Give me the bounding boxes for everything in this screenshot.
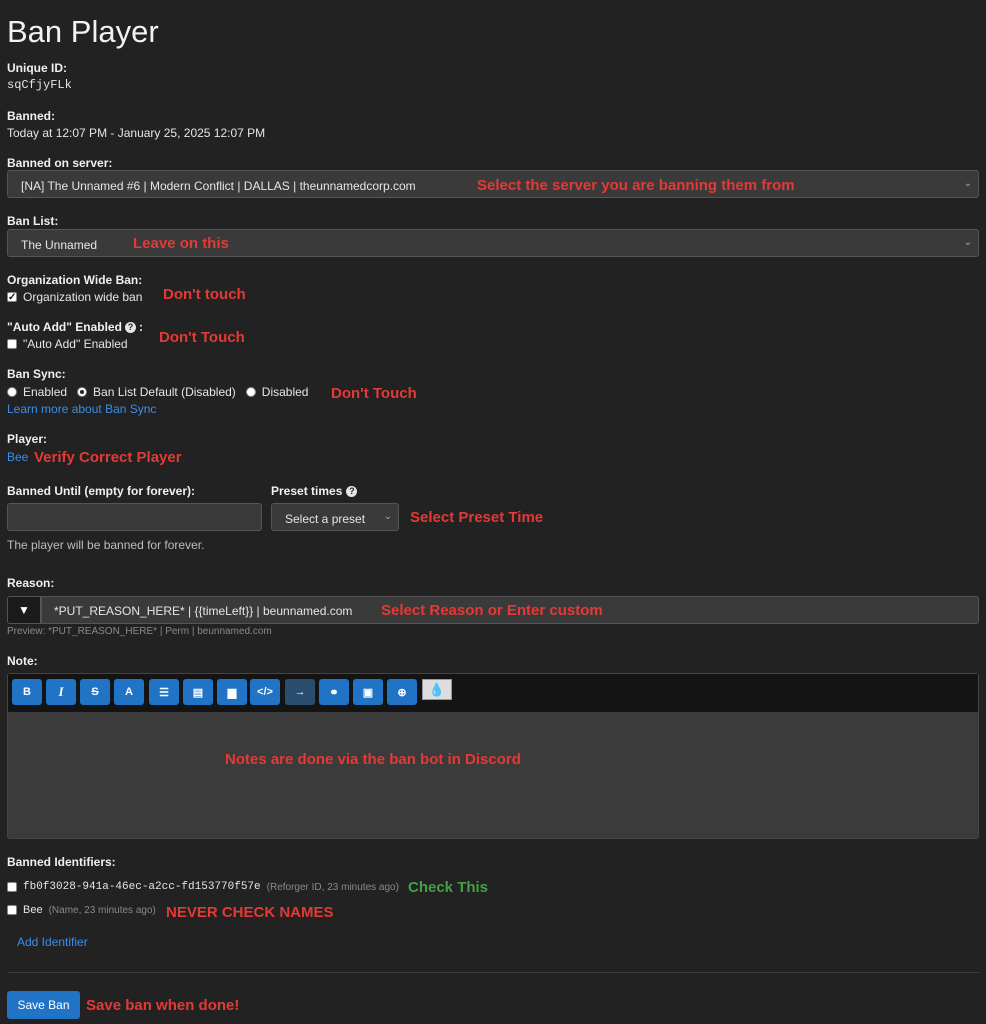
reason-annotation: Select Reason or Enter custom [381, 602, 603, 619]
numbered-list-icon: ▤ [192, 686, 204, 699]
server-annotation: Select the server you are banning them f… [477, 177, 795, 194]
auto-add-checkbox-row[interactable]: "Auto Add" Enabled [7, 337, 128, 351]
banned-until-label: Banned Until (empty for forever): [7, 484, 196, 498]
reason-input-value: *PUT_REASON_HERE* | {{timeLeft}} | beunn… [54, 604, 353, 618]
indent-button[interactable]: → [285, 679, 315, 705]
save-ban-button-label: Save Ban [17, 998, 70, 1012]
identifier-value: fb0f3028-941a-46ec-a2cc-fd153770f57e [23, 881, 261, 893]
italic-button[interactable]: I [46, 679, 76, 705]
auto-add-label-suffix: : [138, 320, 143, 334]
org-ban-label: Organization Wide Ban: [7, 273, 143, 287]
preset-annotation: Select Preset Time [410, 509, 544, 526]
identifier-row[interactable]: fb0f3028-941a-46ec-a2cc-fd153770f57e (Re… [7, 881, 399, 893]
bold-button[interactable]: B [12, 679, 42, 705]
save-ban-button[interactable]: Save Ban [7, 991, 80, 1019]
link-button[interactable]: ⚭ [319, 679, 349, 705]
auto-add-annotation: Don't Touch [159, 329, 245, 346]
identifier-annotation: Check This [408, 879, 489, 896]
unique-id-label: Unique ID: [7, 61, 67, 75]
ban-list-label: Ban List: [7, 214, 59, 228]
player-annotation: Verify Correct Player [34, 449, 182, 466]
ban-sync-radio-disabled[interactable] [245, 387, 256, 397]
embed-button[interactable]: ⊕ [387, 679, 417, 705]
reason-preview: Preview: *PUT_REASON_HERE* | Perm | beun… [7, 626, 272, 637]
ban-sync-option-label: Enabled [23, 385, 68, 399]
ban-sync-radio-enabled[interactable] [7, 387, 17, 397]
chevron-down-icon: ⌄ [383, 511, 392, 522]
code-button[interactable]: </> [250, 679, 280, 705]
identifier-checkbox[interactable] [7, 905, 17, 915]
ban-sync-annotation: Don't Touch [331, 385, 417, 402]
ban-sync-label: Ban Sync: [7, 367, 66, 381]
preset-select-value: Select a preset [285, 512, 366, 526]
identifier-value: Bee [23, 904, 43, 916]
note-label: Note: [7, 654, 38, 668]
banned-label: Banned: [7, 109, 55, 123]
unique-id-value: sqCfjyFLk [7, 78, 72, 92]
ink-drop-icon[interactable]: 💧 [422, 679, 452, 700]
org-ban-annotation: Don't touch [163, 286, 246, 303]
ban-sync-learn-more-link[interactable]: Learn more about Ban Sync [7, 402, 156, 416]
auto-add-label: "Auto Add" Enabled [7, 320, 122, 334]
text-color-icon: A [125, 686, 133, 698]
org-ban-checkbox-label: Organization wide ban [23, 290, 143, 304]
numbered-list-button[interactable]: ▤ [183, 679, 213, 705]
save-annotation: Save ban when done! [86, 997, 240, 1014]
preset-select[interactable]: Select a preset ⌄ [271, 503, 399, 531]
note-textarea[interactable] [8, 712, 978, 838]
identifier-checkbox[interactable] [7, 882, 17, 892]
banned-until-input[interactable] [7, 503, 262, 531]
bold-icon: B [23, 686, 31, 698]
chevron-down-icon: ▼ [18, 603, 30, 617]
player-link[interactable]: Bee [7, 450, 28, 464]
reason-dropdown-button[interactable]: ▼ [7, 596, 41, 624]
identifier-annotation: NEVER CHECK NAMES [166, 904, 334, 921]
add-identifier-link[interactable]: Add Identifier [17, 935, 88, 949]
italic-icon: I [58, 684, 64, 699]
player-label: Player: [7, 432, 48, 446]
embed-icon: ⊕ [397, 686, 407, 699]
preset-label-row: Preset times ? [271, 484, 358, 498]
preset-label: Preset times [271, 484, 343, 498]
list-button[interactable]: ☰ [149, 679, 179, 705]
list-icon: ☰ [159, 686, 169, 699]
identifier-meta: (Name, 23 minutes ago) [48, 904, 156, 916]
code-icon: </> [257, 686, 273, 698]
identifier-meta: (Reforger ID, 23 minutes ago) [266, 881, 399, 893]
banned-until-help: The player will be banned for forever. [7, 538, 205, 552]
strikethrough-button[interactable]: S [80, 679, 110, 705]
auto-add-checkbox[interactable] [7, 339, 17, 349]
ban-list-annotation: Leave on this [133, 235, 229, 252]
chevron-down-icon: ⌄ [963, 178, 972, 189]
chevron-down-icon: ⌄ [963, 237, 972, 248]
server-label: Banned on server: [7, 156, 113, 170]
help-icon[interactable]: ? [124, 321, 136, 333]
ban-list-select-value: The Unnamed [21, 238, 98, 252]
link-icon: ⚭ [329, 686, 339, 699]
ban-sync-radio-default[interactable] [77, 387, 88, 397]
quote-button[interactable]: ▆ [217, 679, 247, 705]
identifier-row[interactable]: Bee (Name, 23 minutes ago) [7, 904, 156, 916]
note-annotation: Notes are done via the ban bot in Discor… [225, 751, 521, 768]
ban-sync-option-label: Ban List Default (Disabled) [93, 385, 236, 399]
page-title: Ban Player [7, 14, 159, 49]
banned-value: Today at 12:07 PM - January 25, 2025 12:… [7, 126, 266, 140]
identifiers-label: Banned Identifiers: [7, 855, 116, 869]
reason-label: Reason: [7, 576, 55, 590]
divider [7, 972, 979, 973]
quote-icon: ▆ [227, 686, 237, 699]
auto-add-checkbox-label: "Auto Add" Enabled [23, 337, 128, 351]
server-select-value: [NA] The Unnamed #6 | Modern Conflict | … [21, 179, 416, 193]
auto-add-label-row: "Auto Add" Enabled ? : [7, 320, 143, 334]
org-ban-checkbox[interactable] [7, 292, 17, 302]
ban-sync-option-label: Disabled [261, 385, 309, 399]
strikethrough-icon: S [91, 686, 99, 698]
ban-sync-radio-group: Enabled Ban List Default (Disabled) Disa… [7, 385, 308, 399]
help-icon[interactable]: ? [346, 485, 358, 497]
image-icon: ▣ [362, 686, 374, 699]
image-button[interactable]: ▣ [353, 679, 383, 705]
text-color-button[interactable]: A [114, 679, 144, 705]
indent-icon: → [294, 686, 306, 698]
org-ban-checkbox-row[interactable]: Organization wide ban [7, 290, 142, 304]
